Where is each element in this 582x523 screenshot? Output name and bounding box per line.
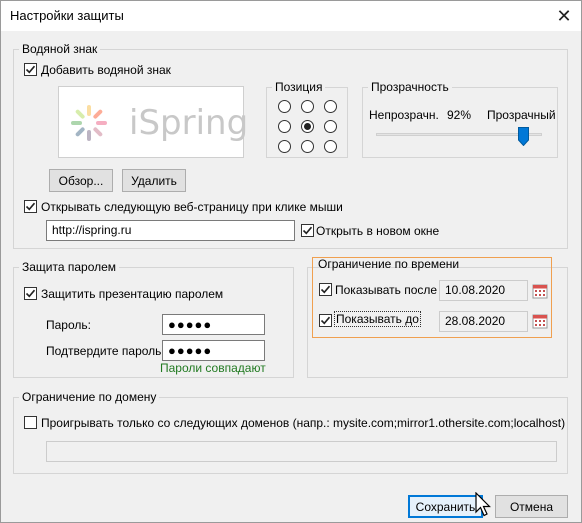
new-window-label: Открыть в новом окне	[316, 224, 440, 238]
calendar-icon[interactable]	[532, 313, 548, 329]
domain-legend: Ограничение по домену	[19, 390, 160, 404]
check-icon	[25, 202, 36, 211]
show-before-checkbox[interactable]	[319, 314, 332, 327]
open-url-label: Открывать следующую веб-страницу при кли…	[41, 200, 343, 214]
position-legend: Позиция	[272, 80, 326, 94]
domain-restriction-label: Проигрывать только со следующих доменов …	[41, 416, 566, 430]
new-window-checkbox[interactable]	[301, 224, 314, 237]
position-radio-middle-left[interactable]	[278, 120, 291, 133]
protect-password-label: Защитить презентацию паролем	[41, 287, 224, 301]
mouse-cursor-icon	[475, 492, 491, 517]
check-icon	[25, 65, 36, 74]
close-icon[interactable]: ✕	[547, 1, 581, 31]
watermark-preview-text: iSpring	[129, 103, 249, 143]
delete-button[interactable]: Удалить	[122, 169, 186, 192]
slider-thumb-icon[interactable]	[517, 127, 529, 146]
show-after-label: Показывать после	[335, 283, 438, 297]
password-label: Пароль:	[46, 318, 91, 332]
show-after-checkbox[interactable]	[319, 283, 332, 296]
check-icon	[302, 226, 313, 235]
position-radio-top-left[interactable]	[278, 100, 291, 113]
check-icon	[320, 285, 331, 294]
ispring-logo-icon	[71, 105, 107, 141]
domains-input[interactable]	[46, 441, 557, 462]
transparency-group: Прозрачность	[362, 80, 558, 158]
position-radio-bottom-center[interactable]	[301, 140, 314, 153]
position-radio-bottom-right[interactable]	[324, 140, 337, 153]
cancel-button[interactable]: Отмена	[495, 495, 568, 518]
show-before-date-field[interactable]: 28.08.2020	[439, 311, 528, 332]
browse-button[interactable]: Обзор...	[49, 169, 113, 192]
check-icon	[25, 289, 36, 298]
opaque-label: Непрозрачн.	[369, 108, 439, 122]
position-radio-middle-right[interactable]	[324, 120, 337, 133]
protect-password-checkbox[interactable]	[24, 287, 37, 300]
open-url-checkbox[interactable]	[24, 200, 37, 213]
position-radio-center[interactable]	[301, 120, 314, 133]
transparent-label: Прозрачный	[487, 108, 556, 122]
time-restriction-legend: Ограничение по времени	[318, 257, 460, 271]
url-input[interactable]: http://ispring.ru	[46, 220, 295, 241]
save-button[interactable]: Сохранить	[408, 495, 483, 518]
title-bar: Настройки защиты ✕	[1, 1, 581, 31]
add-watermark-checkbox[interactable]	[24, 63, 37, 76]
show-before-label: Показывать до	[334, 311, 421, 327]
position-radio-top-right[interactable]	[324, 100, 337, 113]
check-icon	[320, 316, 331, 325]
domain-group: Ограничение по домену	[13, 390, 568, 474]
confirm-password-label: Подтвердите пароль:	[46, 344, 165, 358]
settings-dialog: Настройки защиты ✕ Водяной знак Добавить…	[0, 0, 582, 523]
domain-restriction-checkbox[interactable]	[24, 416, 37, 429]
calendar-icon[interactable]	[532, 283, 548, 299]
watermark-legend: Водяной знак	[19, 42, 101, 56]
password-legend: Защита паролем	[19, 260, 120, 274]
confirm-password-input[interactable]: ●●●●●	[162, 340, 265, 361]
position-radio-top-center[interactable]	[301, 100, 314, 113]
position-radio-bottom-left[interactable]	[278, 140, 291, 153]
show-after-date-field[interactable]: 10.08.2020	[439, 280, 528, 301]
password-input[interactable]: ●●●●●	[162, 314, 265, 335]
password-match-status: Пароли совпадают	[160, 361, 266, 375]
window-title: Настройки защиты	[10, 8, 124, 23]
transparency-legend: Прозрачность	[368, 80, 452, 94]
add-watermark-label: Добавить водяной знак	[41, 63, 171, 77]
watermark-preview: iSpring	[58, 86, 248, 158]
transparency-value: 92%	[447, 108, 472, 122]
